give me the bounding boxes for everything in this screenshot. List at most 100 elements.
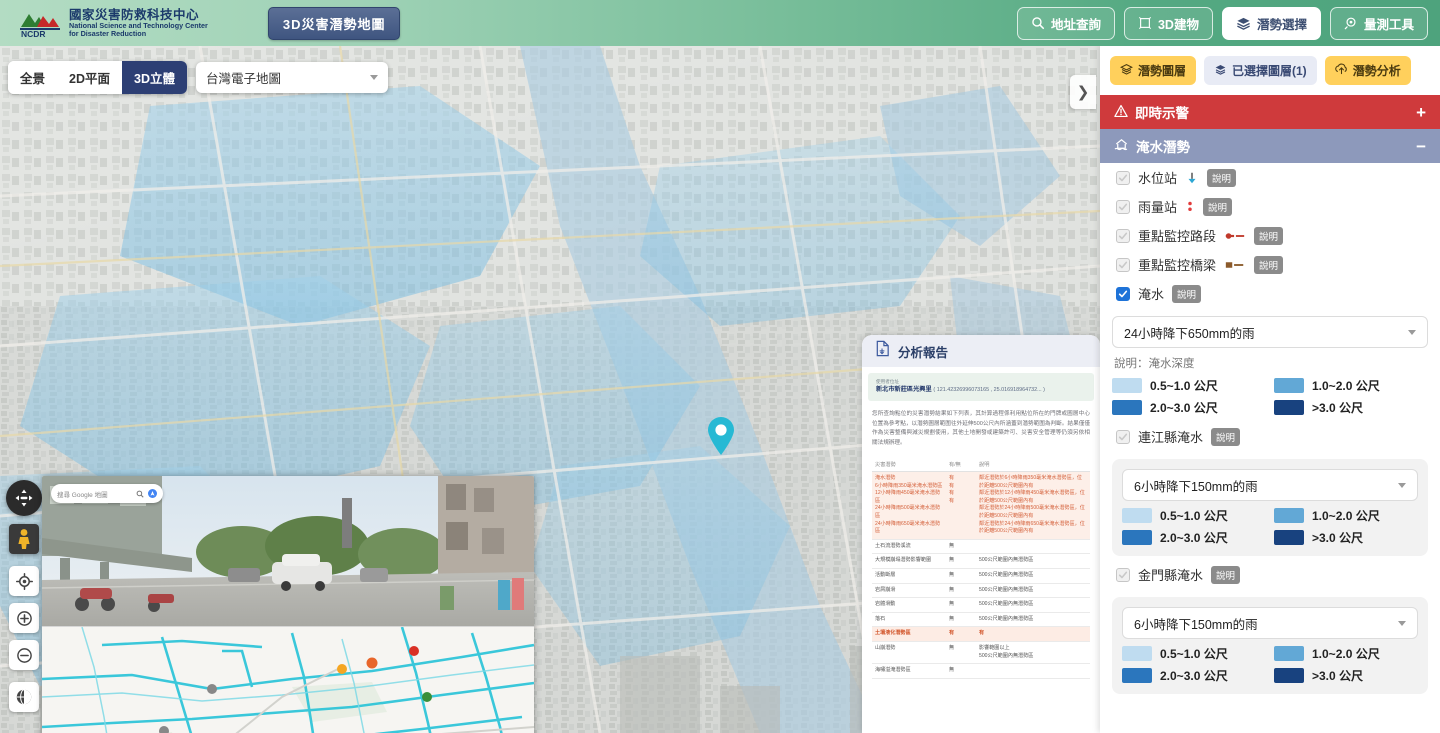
location-pin-icon[interactable]: [706, 416, 736, 461]
legend-swatch-1: [1274, 508, 1304, 523]
map-mode-panorama[interactable]: 全景: [8, 61, 57, 94]
group-checkbox-lianjiang-flood[interactable]: [1116, 430, 1130, 444]
legend-swatch-0: [1122, 508, 1152, 523]
table-row: 山崩潛勢無影響範圍以上500公尺範圍內無潛勢區: [872, 641, 1090, 663]
layer-note-button-4[interactable]: 說明: [1172, 285, 1201, 303]
layer-checkbox-3[interactable]: [1116, 258, 1130, 272]
stack-icon: [1214, 63, 1227, 79]
map-mode-3d[interactable]: 3D立體: [122, 61, 187, 94]
legend-item-taiwan-flood-2: 2.0~3.0 公尺: [1112, 399, 1266, 416]
layer-row-0[interactable]: 水位站說明: [1100, 163, 1440, 192]
street-view-search-placeholder: 搜尋 Google 地圖: [57, 489, 136, 499]
group-header-lianjiang-flood[interactable]: 連江縣淹水說明: [1100, 422, 1440, 451]
locate-icon[interactable]: [9, 566, 39, 596]
report-document-icon: [874, 340, 891, 362]
map-control-stack: [6, 480, 42, 719]
address-search-button[interactable]: 地址查詢: [1017, 7, 1115, 40]
section-realtime-alert[interactable]: 即時示警 +: [1100, 95, 1440, 129]
measure-tool-label: 量測工具: [1364, 14, 1414, 33]
table-row: 岩體滑動無500公尺範圍內無潛勢區: [872, 598, 1090, 613]
legend-label-2: 2.0~3.0 公尺: [1150, 399, 1218, 416]
basemap-select[interactable]: 台灣電子地圖: [196, 62, 388, 93]
layer-checkbox-list: 水位站說明雨量站說明重點監控路段說明重點監控橋梁說明淹水說明: [1100, 163, 1440, 308]
layer-row-1[interactable]: 雨量站說明: [1100, 192, 1440, 221]
directions-icon[interactable]: [148, 485, 157, 503]
table-row: 海嘯溢淹潛勢區無: [872, 664, 1090, 679]
analysis-report-panel[interactable]: 分析報告 使用者位址 新北市新莊區光興里 ( 121.4232699607316…: [862, 335, 1100, 733]
legend-label-3: >3.0 公尺: [1312, 529, 1363, 546]
org-name-cn: 國家災害防救科技中心: [69, 8, 208, 22]
layer-note-button-0[interactable]: 說明: [1207, 169, 1236, 187]
table-row: 岩屑崩滑無500公尺範圍內無潛勢區: [872, 583, 1090, 598]
sidebar-scroll-area[interactable]: 水位站說明雨量站說明重點監控路段說明重點監控橋梁說明淹水說明 24小時降下650…: [1100, 163, 1440, 733]
group-header-kinmen-flood[interactable]: 金門縣淹水說明: [1100, 560, 1440, 589]
ncdr-logo-icon: NCDR: [18, 8, 62, 38]
scenario-select-kinmen-flood[interactable]: 6小時降下150mm的雨: [1122, 607, 1418, 639]
section-realtime-alert-toggle[interactable]: +: [1416, 104, 1426, 121]
globe-icon[interactable]: [9, 682, 39, 712]
cell-hazard: 大規模崩塌潛勢影響範圍: [872, 554, 946, 569]
legend-label-1: 1.0~2.0 公尺: [1312, 507, 1380, 524]
legend-item-taiwan-flood-3: >3.0 公尺: [1274, 399, 1428, 416]
pegman-icon[interactable]: [9, 524, 39, 554]
panel-collapse-toggle[interactable]: ❯: [1070, 75, 1096, 109]
scenario-value-lianjiang-flood: 6小時降下150mm的雨: [1134, 476, 1258, 495]
layer-row-3[interactable]: 重點監控橋梁說明: [1100, 250, 1440, 279]
cell-desc: 500公尺範圍內無潛勢區: [976, 568, 1090, 583]
scenario-card-kinmen-flood: 6小時降下150mm的雨0.5~1.0 公尺1.0~2.0 公尺2.0~3.0 …: [1112, 597, 1428, 694]
org-name-en-2: for Disaster Reduction: [69, 30, 208, 39]
scenario-select-taiwan-flood[interactable]: 24小時降下650mm的雨: [1112, 316, 1428, 348]
street-view-minimap[interactable]: [42, 626, 534, 733]
cell-desc: 500公尺範圍內無潛勢區: [976, 598, 1090, 613]
hazard-select-button[interactable]: 潛勢選擇: [1222, 7, 1321, 40]
cell-hazard: 淹水潛勢6小時降雨350毫米淹水潛勢區12小時降雨450毫米淹水潛勢區24小時降…: [872, 472, 946, 540]
measure-tool-button[interactable]: 量測工具: [1330, 7, 1428, 40]
legend-item-lianjiang-flood-0: 0.5~1.0 公尺: [1122, 507, 1266, 524]
cell-desc: [976, 539, 1090, 554]
section-flood-hazard[interactable]: 淹水潛勢 −: [1100, 129, 1440, 163]
layer-checkbox-4[interactable]: [1116, 287, 1130, 301]
cell-hazard: 岩體滑動: [872, 598, 946, 613]
map-mode-bar: 全景 2D平面 3D立體 台灣電子地圖: [8, 61, 388, 94]
group-note-button-kinmen-flood[interactable]: 說明: [1211, 566, 1240, 584]
layer-note-button-1[interactable]: 說明: [1203, 198, 1232, 216]
layers-icon: [1120, 63, 1133, 79]
street-view-search[interactable]: 搜尋 Google 地圖: [51, 484, 163, 503]
group-label-kinmen-flood: 金門縣淹水: [1138, 565, 1203, 584]
cell-yesno: 有有有有: [946, 472, 976, 540]
section-realtime-alert-title: 即時示警: [1135, 102, 1189, 122]
hazard-layers-button[interactable]: 潛勢圖層: [1110, 56, 1196, 85]
layer-note-button-2[interactable]: 說明: [1254, 227, 1283, 245]
layer-note-button-3[interactable]: 說明: [1254, 256, 1283, 274]
layer-row-2[interactable]: 重點監控路段說明: [1100, 221, 1440, 250]
legend-swatch-0: [1112, 378, 1142, 393]
3d-building-button[interactable]: 3D建物: [1124, 7, 1213, 40]
search-icon[interactable]: [136, 485, 144, 503]
hazard-analysis-button[interactable]: 潛勢分析: [1325, 56, 1411, 85]
cell-desc: 500公尺範圍內無潛勢區: [976, 554, 1090, 569]
group-checkbox-kinmen-flood[interactable]: [1116, 568, 1130, 582]
selected-layers-button[interactable]: 已選擇圖層(1): [1204, 56, 1317, 85]
street-view-photo[interactable]: 搜尋 Google 地圖: [42, 476, 534, 626]
layer-checkbox-1[interactable]: [1116, 200, 1130, 214]
scenario-select-lianjiang-flood[interactable]: 6小時降下150mm的雨: [1122, 469, 1418, 501]
scenario-desc-taiwan-flood: 說明：淹水深度: [1114, 355, 1428, 371]
cell-desc: 500公尺範圍內無潛勢區: [976, 612, 1090, 627]
layer-checkbox-0[interactable]: [1116, 171, 1130, 185]
legend-label-0: 0.5~1.0 公尺: [1150, 377, 1218, 394]
scenario-value-kinmen-flood: 6小時降下150mm的雨: [1134, 614, 1258, 633]
navigation-wheel-icon[interactable]: [6, 480, 42, 516]
layer-row-4[interactable]: 淹水說明: [1100, 279, 1440, 308]
group-note-button-lianjiang-flood[interactable]: 說明: [1211, 428, 1240, 446]
sidebar-action-bar: 潛勢圖層 已選擇圖層(1) 潛勢分析: [1100, 46, 1440, 95]
layer-checkbox-2[interactable]: [1116, 229, 1130, 243]
section-flood-hazard-toggle[interactable]: −: [1416, 138, 1426, 155]
zoom-out-icon[interactable]: [9, 640, 39, 670]
cell-hazard: 岩屑崩滑: [872, 583, 946, 598]
chevron-down-icon: [370, 75, 378, 80]
table-row: 活動斷層無500公尺範圍內無潛勢區: [872, 568, 1090, 583]
street-view-panel[interactable]: 搜尋 Google 地圖: [42, 476, 534, 733]
report-address-label: 使用者位址: [876, 378, 1086, 385]
zoom-in-icon[interactable]: [9, 603, 39, 633]
map-mode-2d[interactable]: 2D平面: [57, 61, 122, 94]
